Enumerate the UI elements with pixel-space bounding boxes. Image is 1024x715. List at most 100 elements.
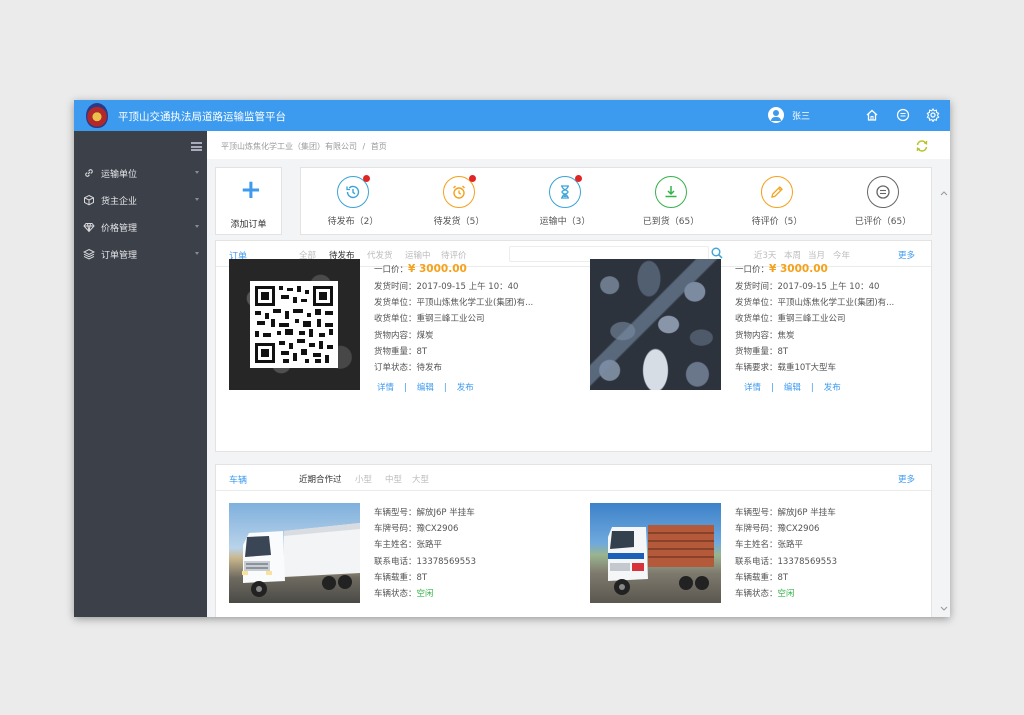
breadcrumb-bar: 平顶山炼焦化学工业（集团）有限公司 / 首页 <box>207 131 950 159</box>
breadcrumb-separator: / <box>362 142 366 151</box>
status-pending-publish[interactable]: 待发布（2） <box>313 175 393 227</box>
filter-this-week[interactable]: 本周 <box>784 249 801 261</box>
vehicle-info: 车辆型号：解放J6P 半挂车 车牌号码：豫CX2906 车主姓名：张路平 联系电… <box>374 506 574 603</box>
receiver: 收货单位：重钢三峰工业公司 <box>374 314 485 325</box>
edit-link[interactable]: 编辑 <box>784 383 801 393</box>
add-order-button[interactable]: + 添加订单 <box>215 167 282 235</box>
order-status: 订单状态：待发布 <box>374 362 443 373</box>
order-info: 一口价：¥ 3000.00 发货时间：2017-09-15 上午 10：40 发… <box>374 263 574 393</box>
coke-image <box>590 259 721 390</box>
edit-link[interactable]: 编辑 <box>417 383 434 393</box>
filter-recent-partners[interactable]: 近期合作过 <box>299 473 342 485</box>
status-reviewed[interactable]: 已评价（65） <box>843 176 923 227</box>
sidebar-item-label: 订单管理 <box>101 250 138 261</box>
status-circle <box>549 175 582 208</box>
owner-name: 车主姓名：张路平 <box>374 540 443 551</box>
search-icon[interactable] <box>711 247 723 259</box>
home-icon[interactable] <box>865 108 879 122</box>
status-arrived[interactable]: 已到货（65） <box>631 176 711 227</box>
shipper: 发货单位：平顶山炼焦化学工业(集团)有... <box>735 298 895 309</box>
phone-number: 联系电话：13378569553 <box>735 556 837 567</box>
sidebar-item-shipper-companies[interactable]: 货主企业 <box>74 190 207 210</box>
app-title: 平顶山交通执法局道路运输监管平台 <box>118 111 286 123</box>
clock-history-icon <box>346 185 360 199</box>
truck-illustration <box>242 523 360 597</box>
diamond-icon <box>83 223 95 233</box>
vehicle-status-row: 车辆状态：空闲 <box>374 587 574 603</box>
status-label: 已到货（65） <box>642 217 700 227</box>
orders-panel: 订单 全部 待发布 代发货 运输中 待评价 近3天 本周 当月 今年 更多 一口… <box>215 240 932 452</box>
status-label: 车辆状态： <box>735 588 778 599</box>
truck-illustration <box>608 525 714 595</box>
ship-time: 发货时间：2017-09-15 上午 10：40 <box>374 282 519 292</box>
orders-more-link[interactable]: 更多 <box>898 249 915 261</box>
scroll-down-icon[interactable] <box>940 606 948 612</box>
qr-code-icon <box>250 281 338 368</box>
vehicles-more-link[interactable]: 更多 <box>898 473 915 485</box>
vehicle-capacity: 车辆载重：8T <box>374 572 428 583</box>
details-link[interactable]: 详情 <box>377 383 394 393</box>
publish-link[interactable]: 发布 <box>824 383 841 393</box>
comment-icon <box>876 185 890 199</box>
price-label: 一口价： <box>374 265 409 275</box>
phone-number: 联系电话：13378569553 <box>374 556 476 567</box>
filter-this-month[interactable]: 当月 <box>808 249 825 261</box>
filter-this-year[interactable]: 今年 <box>833 249 850 261</box>
filter-pending-ship[interactable]: 代发货 <box>367 249 393 261</box>
police-badge-logo <box>86 103 108 128</box>
status-circle <box>443 175 476 208</box>
vehicle-info: 车辆型号：解放J6P 半挂车 车牌号码：豫CX2906 车主姓名：张路平 联系电… <box>735 506 935 603</box>
refresh-icon[interactable] <box>915 139 929 153</box>
order-price: ¥ 3000.00 <box>769 263 828 275</box>
status-label: 已评价（65） <box>854 217 912 227</box>
user-menu[interactable]: 张三 <box>768 107 810 123</box>
notification-dot <box>363 175 370 182</box>
filter-pending-review[interactable]: 待评价 <box>441 249 467 261</box>
vehicle-model: 车辆型号：解放J6P 半挂车 <box>374 508 475 518</box>
notification-dot <box>469 175 476 182</box>
filter-medium[interactable]: 中型 <box>385 473 402 485</box>
filter-large[interactable]: 大型 <box>412 473 429 485</box>
main-content: 平顶山炼焦化学工业（集团）有限公司 / 首页 + 添加订单 待发布（2） 待发货… <box>207 131 950 617</box>
receiver: 收货单位：重钢三峰工业公司 <box>735 314 846 325</box>
gear-icon[interactable] <box>926 108 940 122</box>
filter-last-3-days[interactable]: 近3天 <box>754 249 776 261</box>
status-label: 待评价（5） <box>751 217 803 227</box>
download-icon <box>665 186 677 198</box>
sidebar-item-transport-units[interactable]: 运输单位 <box>74 163 207 183</box>
sidebar: 运输单位 货主企业 价格管理 订单管理 <box>74 131 207 617</box>
status-label: 车辆状态： <box>374 588 417 599</box>
status-circle <box>337 175 370 208</box>
pencil-icon <box>771 186 783 198</box>
hamburger-menu-icon[interactable] <box>191 142 202 151</box>
hourglass-icon <box>561 185 569 199</box>
sidebar-item-price-management[interactable]: 价格管理 <box>74 217 207 237</box>
sidebar-item-label: 运输单位 <box>101 169 138 180</box>
publish-link[interactable]: 发布 <box>457 383 474 393</box>
ship-time: 发货时间：2017-09-15 上午 10：40 <box>735 282 880 292</box>
cargo-weight: 货物重量：8T <box>374 346 428 357</box>
status-pending-ship[interactable]: 待发货（5） <box>419 175 499 227</box>
separator: | <box>443 383 447 394</box>
cargo-type: 货物内容：煤炭 <box>374 330 434 341</box>
vehicles-panel-title: 车辆 <box>229 476 248 486</box>
scroll-up-icon[interactable] <box>940 190 948 196</box>
sidebar-item-label: 货主企业 <box>101 196 138 207</box>
details-link[interactable]: 详情 <box>744 383 761 393</box>
breadcrumb-company[interactable]: 平顶山炼焦化学工业（集团）有限公司 <box>221 142 357 151</box>
filter-in-transit[interactable]: 运输中 <box>405 249 431 261</box>
sidebar-item-label: 价格管理 <box>101 223 138 234</box>
top-bar: 平顶山交通执法局道路运输监管平台 张三 <box>74 100 950 131</box>
price-label: 一口价： <box>735 265 770 275</box>
chevron-down-icon <box>195 225 199 228</box>
sidebar-item-order-management[interactable]: 订单管理 <box>74 244 207 264</box>
user-name: 张三 <box>792 111 811 122</box>
chevron-down-icon <box>195 198 199 201</box>
price-row: 一口价：¥ 3000.00 <box>374 263 574 280</box>
status-in-transit[interactable]: 运输中（3） <box>525 175 605 227</box>
filter-small[interactable]: 小型 <box>355 473 372 485</box>
message-icon[interactable] <box>896 108 910 122</box>
vehicle-status: 空闲 <box>416 588 434 599</box>
status-pending-review[interactable]: 待评价（5） <box>737 176 817 227</box>
status-label: 运输中（3） <box>539 217 591 227</box>
